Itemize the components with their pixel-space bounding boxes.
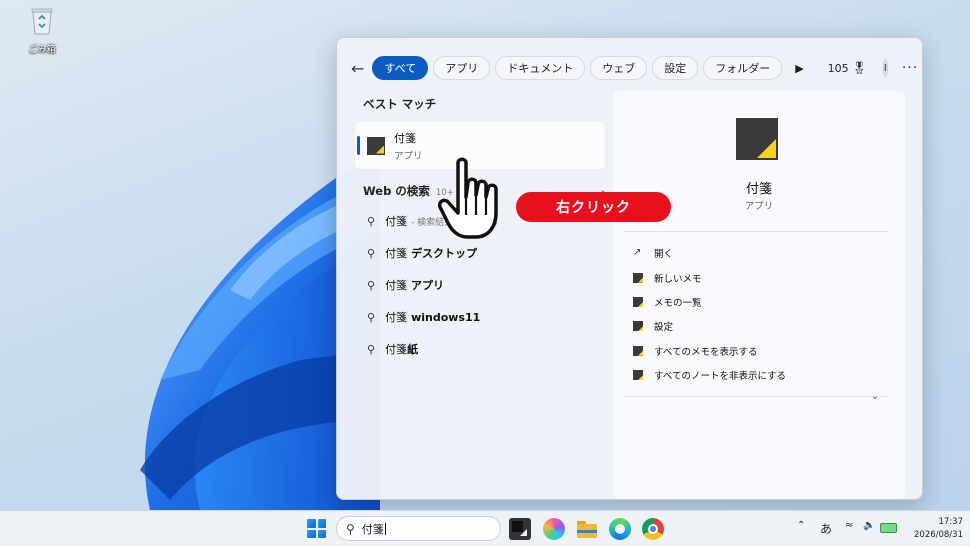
points-value: 105 bbox=[827, 61, 849, 75]
best-match-heading: ベスト マッチ bbox=[363, 97, 437, 111]
web-result-term: 付箋 bbox=[385, 215, 408, 228]
ime-indicator[interactable]: あ bbox=[820, 520, 832, 537]
text-caret bbox=[384, 522, 386, 535]
more-filters-button[interactable]: ▶ bbox=[795, 56, 803, 80]
action-label: 設定 bbox=[654, 322, 674, 334]
search-panel: ← すべて アプリ ドキュメント ウェブ 設定 フォルダー ▶ 105 🎖 I … bbox=[336, 37, 923, 500]
web-result-extra: アプリ bbox=[411, 279, 445, 292]
taskbar-copilot-icon[interactable] bbox=[543, 518, 565, 540]
search-icon: ⚲ bbox=[346, 521, 355, 536]
search-icon: ⚲ bbox=[367, 246, 376, 260]
action-label: メモの一覧 bbox=[654, 297, 702, 309]
avatar[interactable]: I bbox=[882, 59, 888, 77]
action-open[interactable]: ↗ 開く bbox=[633, 241, 786, 265]
sticky-notes-icon bbox=[633, 296, 643, 307]
clock-date: 2026/08/31 bbox=[914, 530, 963, 540]
hand-pointer-icon bbox=[437, 157, 498, 239]
taskbar-chrome-icon[interactable] bbox=[642, 518, 664, 540]
search-query: 付箋 bbox=[361, 522, 384, 536]
rewards-points[interactable]: 105 🎖 bbox=[828, 61, 867, 75]
action-show-all-notes[interactable]: すべてのメモを表示する bbox=[633, 339, 786, 363]
taskbar-edge-icon[interactable] bbox=[609, 518, 631, 540]
wifi-icon[interactable]: ≈ bbox=[845, 520, 853, 531]
action-list: ↗ 開く 新しいメモ メモの一覧 設定 すべてのメモを表示する すべてのノートを… bbox=[633, 241, 786, 387]
medal-icon: 🎖 bbox=[851, 61, 867, 75]
web-result-term: 付箋 bbox=[385, 279, 408, 292]
filter-bar: ← すべて アプリ ドキュメント ウェブ 設定 フォルダー ▶ 105 🎖 I … bbox=[351, 55, 917, 81]
filter-all[interactable]: すべて bbox=[372, 56, 429, 80]
action-notes-list[interactable]: メモの一覧 bbox=[633, 290, 786, 314]
windows-logo-tile bbox=[317, 529, 326, 538]
web-result-item[interactable]: ⚲ 付箋 windows11 bbox=[355, 301, 609, 333]
search-icon: ⚲ bbox=[367, 342, 376, 356]
web-result-term: 付箋 bbox=[385, 343, 408, 356]
clock-time: 17:37 bbox=[938, 517, 964, 527]
action-label: 新しいメモ bbox=[654, 273, 702, 285]
best-match-title: 付箋 bbox=[394, 131, 416, 145]
action-hide-all-notes[interactable]: すべてのノートを非表示にする bbox=[633, 363, 786, 387]
sticky-notes-icon bbox=[633, 345, 643, 356]
web-result-term: 付箋 bbox=[385, 311, 408, 324]
ellipsis-icon: ··· bbox=[901, 60, 919, 76]
divider bbox=[625, 231, 889, 232]
taskbar: ⚲ 付箋 ⌃ あ ≈ 🔈 17:37 2026/08/31 bbox=[0, 510, 970, 546]
sticky-notes-icon bbox=[736, 118, 778, 160]
back-button[interactable]: ← bbox=[351, 55, 364, 81]
web-result-item[interactable]: ⚲ 付箋 アプリ bbox=[355, 269, 609, 301]
action-label: すべてのメモを表示する bbox=[654, 346, 758, 358]
start-button[interactable] bbox=[307, 519, 326, 538]
filter-web[interactable]: ウェブ bbox=[590, 56, 648, 80]
recycle-bin[interactable]: ごみ箱 bbox=[22, 6, 62, 55]
taskbar-sticky-notes-icon[interactable] bbox=[509, 518, 531, 540]
sticky-notes-icon bbox=[633, 370, 643, 381]
divider bbox=[625, 396, 889, 397]
action-settings[interactable]: 設定 bbox=[633, 314, 786, 338]
clock[interactable]: 17:37 2026/08/31 bbox=[905, 516, 963, 542]
taskbar-search-input[interactable]: ⚲ 付箋 bbox=[336, 516, 501, 541]
web-heading-label: Web の検索 bbox=[363, 184, 430, 198]
web-result-extra: windows11 bbox=[411, 310, 481, 324]
filter-folders[interactable]: フォルダー bbox=[703, 56, 783, 80]
web-result-extra: デスクトップ bbox=[411, 247, 478, 260]
windows-logo-tile bbox=[317, 519, 326, 528]
battery-icon[interactable] bbox=[880, 523, 897, 533]
action-label: 開く bbox=[654, 249, 674, 261]
taskbar-file-explorer-icon[interactable] bbox=[576, 518, 598, 540]
web-result-term: 付箋 bbox=[385, 247, 408, 260]
best-match-subtitle: アプリ bbox=[394, 150, 423, 162]
detail-pane: 付箋 アプリ ↗ 開く 新しいメモ メモの一覧 設定 すべてのメモを表示する す… bbox=[613, 91, 905, 499]
search-icon: ⚲ bbox=[367, 310, 376, 324]
right-click-callout: 右クリック bbox=[516, 192, 671, 222]
sticky-notes-icon bbox=[367, 136, 385, 155]
web-result-extra: 紙 bbox=[407, 343, 419, 356]
selection-indicator bbox=[357, 136, 360, 155]
sticky-notes-icon bbox=[633, 321, 643, 332]
action-label: すべてのノートを非表示にする bbox=[654, 371, 787, 383]
expand-button[interactable]: ⌄ bbox=[871, 391, 879, 402]
play-icon: ▶ bbox=[795, 61, 804, 75]
recycle-bin-label: ごみ箱 bbox=[28, 45, 56, 55]
web-result-item[interactable]: ⚲ 付箋紙 bbox=[355, 333, 609, 365]
filter-documents[interactable]: ドキュメント bbox=[495, 56, 586, 80]
search-icon: ⚲ bbox=[367, 214, 376, 228]
chevron-down-icon: ⌄ bbox=[871, 391, 880, 402]
show-hidden-icons-chevron-up-icon[interactable]: ⌃ bbox=[797, 520, 805, 531]
more-options-button[interactable]: ··· bbox=[902, 60, 918, 76]
action-new-note[interactable]: 新しいメモ bbox=[633, 265, 786, 289]
volume-icon[interactable]: 🔈 bbox=[863, 520, 875, 531]
recycle-bin-icon bbox=[31, 8, 53, 35]
sticky-notes-icon bbox=[633, 272, 643, 283]
windows-logo-tile bbox=[307, 529, 316, 538]
windows-logo-tile bbox=[307, 519, 316, 528]
search-icon: ⚲ bbox=[367, 278, 376, 292]
filter-settings[interactable]: 設定 bbox=[652, 56, 699, 80]
filter-apps[interactable]: アプリ bbox=[433, 56, 491, 80]
arrow-left-icon: ← bbox=[351, 58, 365, 78]
open-external-icon: ↗ bbox=[633, 247, 642, 259]
